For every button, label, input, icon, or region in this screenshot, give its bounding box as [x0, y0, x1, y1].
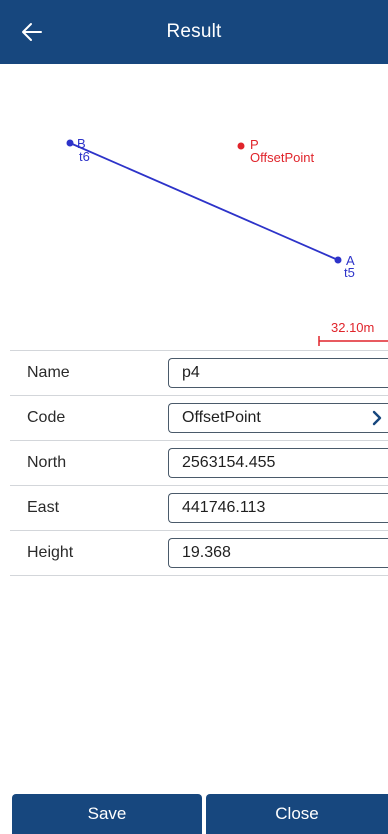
chevron-right-icon[interactable]	[369, 410, 385, 426]
height-row: Height 19.368	[10, 530, 388, 576]
east-value: 441746.113	[182, 499, 266, 516]
survey-map[interactable]: B t6 P OffsetPoint A t5 32.10m	[0, 64, 388, 350]
point-a-code: t5	[344, 265, 355, 280]
point-form: Name p4 Code OffsetPoint North 2563154.4…	[10, 350, 388, 576]
height-value: 19.368	[182, 544, 231, 561]
point-b-marker	[66, 139, 74, 147]
point-b-code: t6	[79, 149, 90, 164]
code-row: Code OffsetPoint	[10, 395, 388, 440]
north-row: North 2563154.455	[10, 440, 388, 485]
point-p-marker	[237, 142, 245, 150]
code-value: OffsetPoint	[182, 409, 261, 426]
north-label: North	[27, 454, 67, 471]
page-title: Result	[166, 21, 222, 42]
north-field[interactable]: 2563154.455	[168, 448, 388, 478]
north-value: 2563154.455	[182, 454, 276, 471]
height-label: Height	[27, 544, 74, 561]
name-field[interactable]: p4	[168, 358, 388, 388]
name-value: p4	[182, 364, 200, 381]
height-field[interactable]: 19.368	[168, 538, 388, 568]
bottom-bar: Save Close	[0, 794, 388, 834]
point-p-code: OffsetPoint	[250, 150, 315, 165]
name-row: Name p4	[10, 350, 388, 395]
app-header: Result	[0, 0, 388, 64]
code-field[interactable]: OffsetPoint	[168, 403, 388, 433]
close-button[interactable]: Close	[206, 794, 388, 834]
save-button[interactable]: Save	[12, 794, 202, 834]
east-row: East 441746.113	[10, 485, 388, 530]
east-field[interactable]: 441746.113	[168, 493, 388, 523]
map-canvas	[66, 139, 388, 346]
name-label: Name	[27, 364, 70, 381]
code-label: Code	[27, 409, 66, 426]
point-a-marker	[334, 256, 342, 264]
scale-label: 32.10m	[331, 320, 375, 335]
east-label: East	[27, 499, 60, 516]
